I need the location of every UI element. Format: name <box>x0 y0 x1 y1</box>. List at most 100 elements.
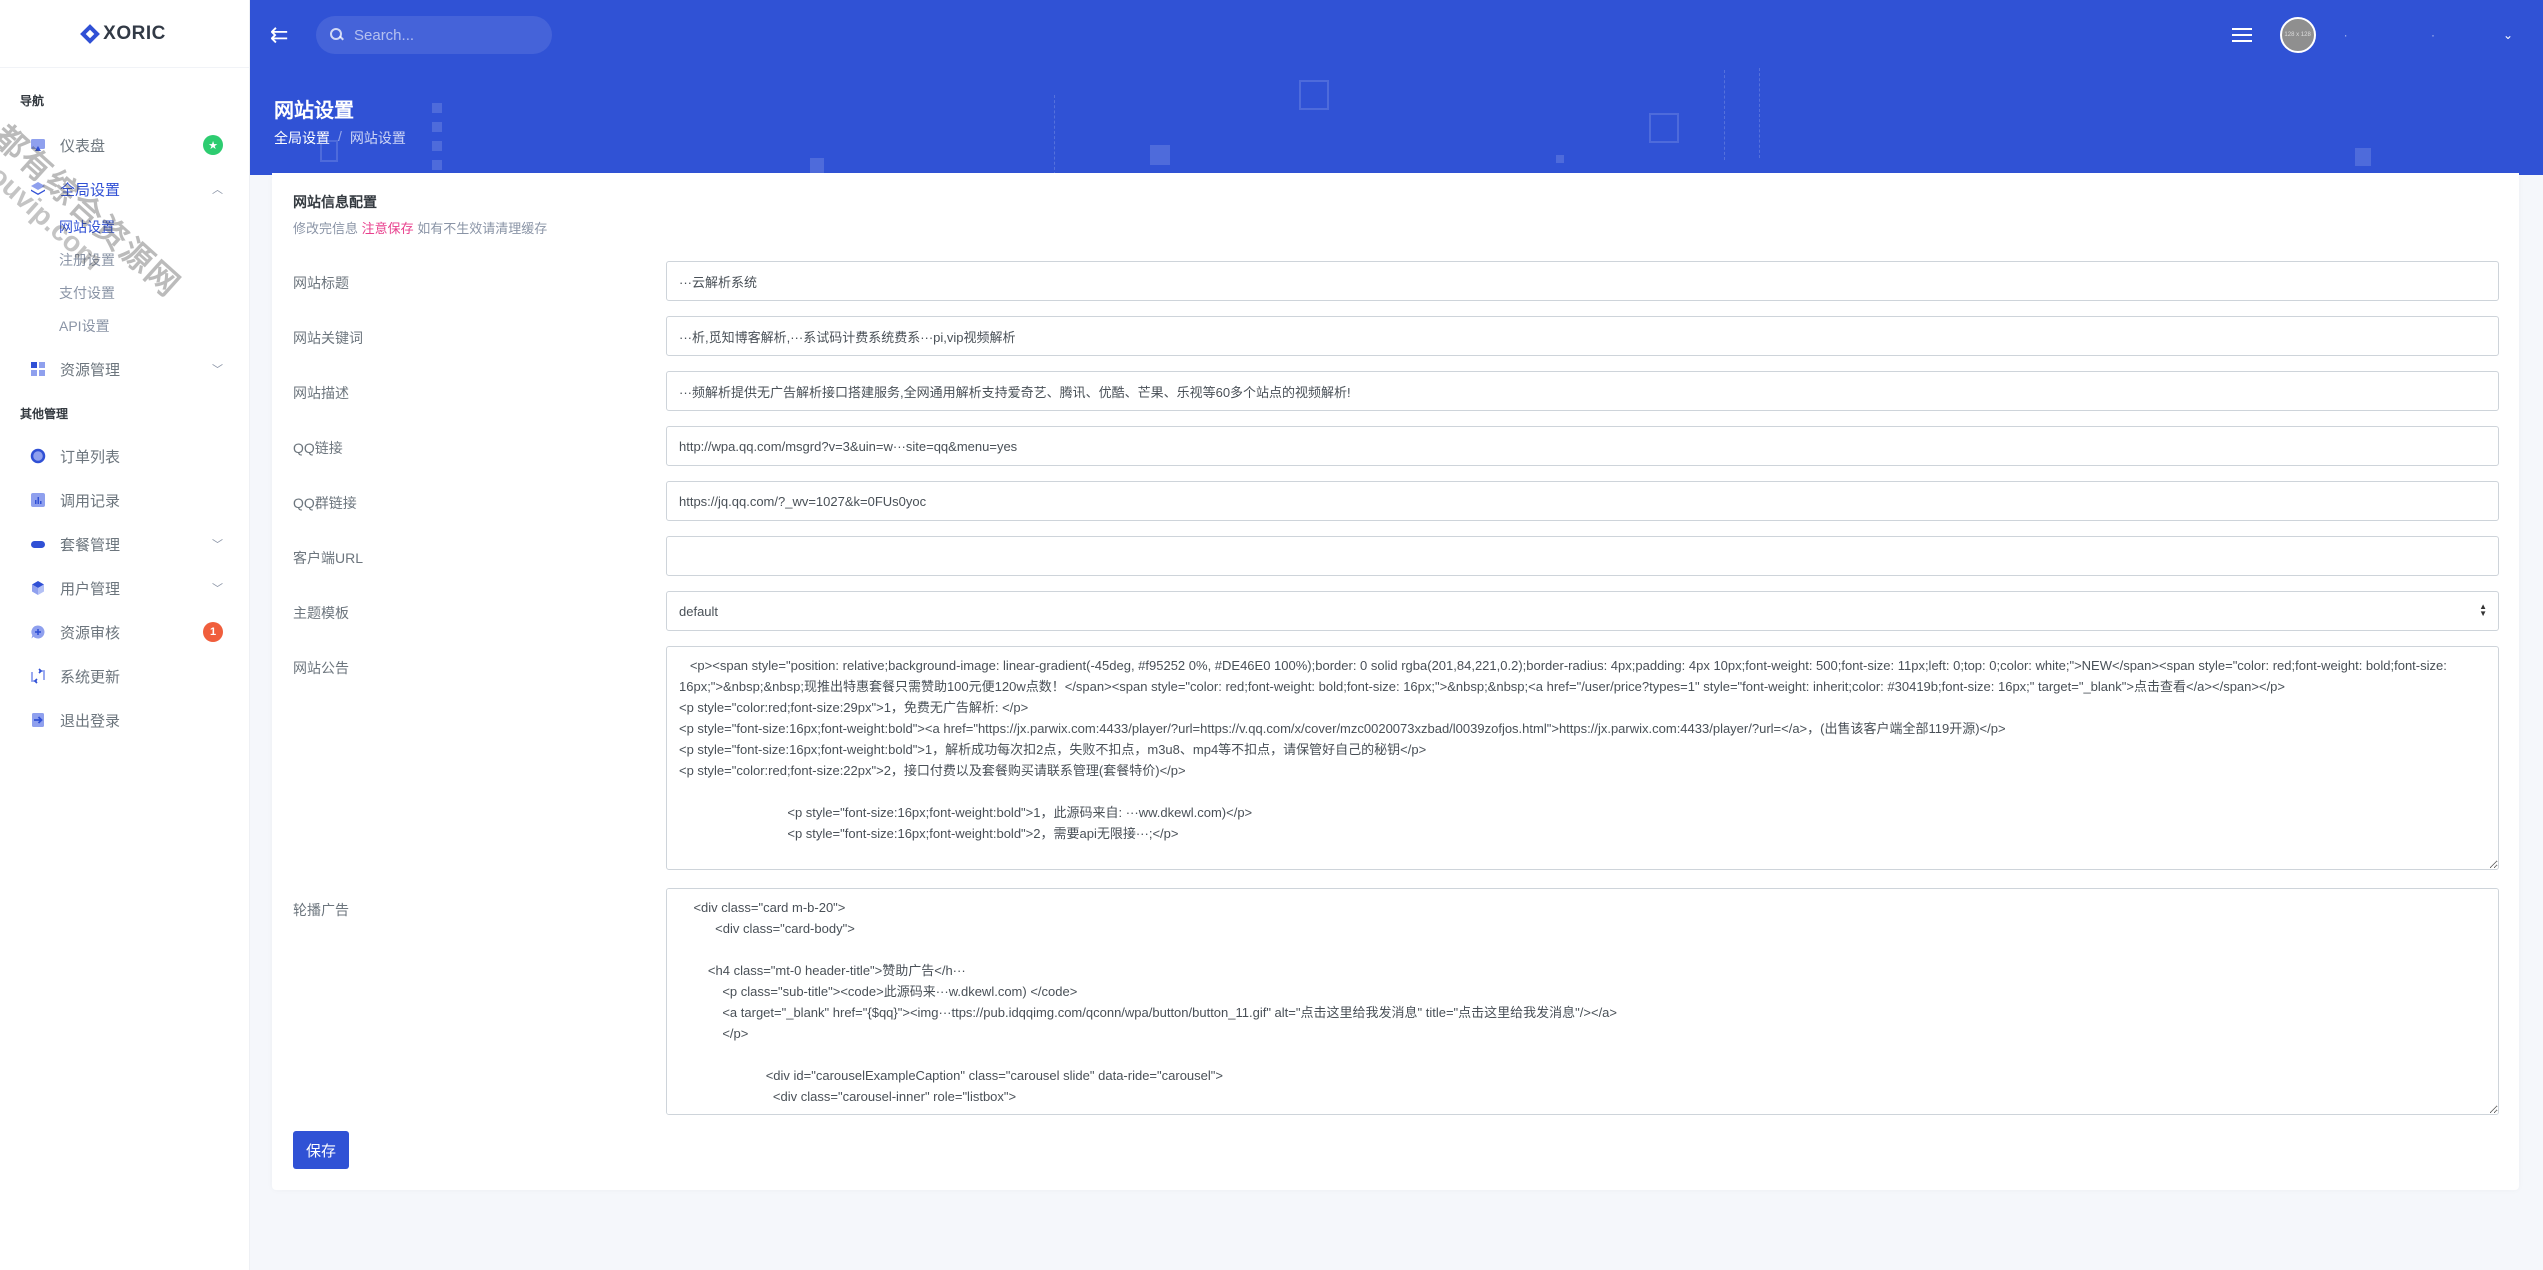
pill-icon <box>30 536 46 552</box>
logo-text: XORIC <box>103 22 166 44</box>
user-name[interactable]: · · <box>2344 28 2475 42</box>
theme-select-value[interactable]: default <box>666 591 2499 631</box>
sidebar-item-label: 调用记录 <box>60 492 121 510</box>
decor-square <box>1556 155 1564 163</box>
topbar-right: 128 x 128 · · ⌄ <box>2231 17 2523 53</box>
card-title: 网站信息配置 <box>293 194 377 210</box>
chevron-down-icon: ﹀ <box>212 364 223 376</box>
qq-group-link-input[interactable] <box>666 481 2499 521</box>
submenu-item-register-settings[interactable]: 注册设置 <box>59 244 249 277</box>
sidebar-item-system-update[interactable]: 系统更新 <box>0 654 249 698</box>
qq-link-input[interactable] <box>666 426 2499 466</box>
sidebar-item-orders[interactable]: 订单列表 <box>0 434 249 478</box>
sidebar-item-global-settings[interactable]: 全局设置 ︿ <box>0 167 249 211</box>
breadcrumb-item[interactable]: 全局设置 <box>274 128 330 148</box>
client-url-label: 客户端URL <box>293 550 364 566</box>
search-input[interactable] <box>354 26 524 44</box>
notice-textarea[interactable]: <p><span style="position: relative;backg… <box>666 646 2499 870</box>
sidebar-item-label: 资源管理 <box>60 361 121 379</box>
bar-chart-icon <box>30 492 46 508</box>
carousel-textarea[interactable]: <div class="card m-b-20"> <div class="ca… <box>666 888 2499 1115</box>
decor-square <box>2355 148 2371 166</box>
sidebar-item-label: 全局设置 <box>60 181 121 199</box>
sidebar-item-label: 套餐管理 <box>60 536 121 554</box>
sidebar-item-label: 退出登录 <box>60 712 121 730</box>
keywords-label: 网站关键词 <box>293 330 363 346</box>
sidebar-item-call-logs[interactable]: 调用记录 <box>0 478 249 522</box>
refresh-icon <box>30 668 46 684</box>
form-row-notice: 网站公告 <p><span style="position: relative;… <box>293 646 2499 870</box>
sidebar-item-label: 用户管理 <box>60 580 121 598</box>
menu-section-title-other: 其他管理 <box>20 407 69 421</box>
count-badge: 1 <box>203 622 223 642</box>
decor-square <box>1649 113 1679 143</box>
sidebar-item-resource-management[interactable]: 资源管理 ﹀ <box>0 347 249 391</box>
avatar[interactable]: 128 x 128 <box>2279 17 2316 53</box>
decor-line <box>1724 70 1725 160</box>
search-box[interactable] <box>316 16 552 54</box>
search-icon <box>330 28 344 42</box>
submenu-item-payment-settings[interactable]: 支付设置 <box>59 277 249 310</box>
menu-toggle-icon[interactable]: ⇇ <box>270 22 300 48</box>
star-badge: ★ <box>203 135 223 155</box>
sidebar-item-packages[interactable]: 套餐管理 ﹀ <box>0 522 249 566</box>
client-url-input[interactable] <box>666 536 2499 576</box>
submenu-global-settings: 网站设置 注册设置 支付设置 API设置 <box>0 211 249 343</box>
form-row-qq-link: QQ链接 <box>293 426 2499 466</box>
header: ⇇ 128 x 128 · · ⌄ 网站设置 全局设置 / 网站设置 <box>250 0 2543 175</box>
decor-line <box>1759 68 1760 158</box>
description-label: 网站描述 <box>293 385 349 401</box>
form-row-qq-group-link: QQ群链接 <box>293 481 2499 521</box>
breadcrumb: 全局设置 / 网站设置 <box>274 128 406 148</box>
settings-card: 网站信息配置 修改完信息 注意保存 如有不生效请清理缓存 网站标题 网站关键词 … <box>272 173 2519 1190</box>
logo-diamond-icon <box>80 23 101 44</box>
menu-section-title-nav: 导航 <box>20 94 45 108</box>
sidebar-item-users[interactable]: 用户管理 ﹀ <box>0 566 249 610</box>
grid-icon <box>30 361 46 377</box>
save-warning: 注意保存 <box>361 221 414 236</box>
theme-select[interactable]: default ▲ ▼ <box>666 591 2499 631</box>
theme-label: 主题模板 <box>293 605 349 621</box>
decor-square <box>1150 145 1170 165</box>
qq-group-link-label: QQ群链接 <box>293 495 357 511</box>
sidebar-item-resource-review[interactable]: 资源审核 1 <box>0 610 249 654</box>
carousel-label: 轮播广告 <box>293 902 349 918</box>
decor-line <box>1054 95 1055 175</box>
sidebar-item-label: 仪表盘 <box>60 137 106 155</box>
monitor-icon <box>30 137 46 153</box>
form-row-description: 网站描述 <box>293 371 2499 411</box>
chevron-up-icon: ︿ <box>212 184 223 196</box>
form-row-site-title: 网站标题 <box>293 261 2499 301</box>
qq-link-label: QQ链接 <box>293 440 343 456</box>
decor-square <box>432 122 442 132</box>
chevron-down-icon: ﹀ <box>212 583 223 595</box>
layers-icon <box>30 181 46 197</box>
select-arrows-icon: ▲ ▼ <box>2479 602 2487 618</box>
form-row-client-url: 客户端URL <box>293 536 2499 576</box>
submenu-item-api-settings[interactable]: API设置 <box>59 310 249 343</box>
form-row-theme: 主题模板 default ▲ ▼ <box>293 591 2499 631</box>
site-title-input[interactable] <box>666 261 2499 301</box>
keywords-input[interactable] <box>666 316 2499 356</box>
save-button[interactable]: 保存 <box>293 1131 349 1169</box>
logo[interactable]: XORIC <box>0 0 249 68</box>
chevron-down-icon[interactable]: ⌄ <box>2503 28 2513 42</box>
chat-plus-icon <box>30 624 46 640</box>
cube-icon <box>30 580 46 596</box>
decor-square <box>432 103 442 113</box>
settings-sliders-icon[interactable] <box>2231 26 2252 44</box>
breadcrumb-current: 网站设置 <box>349 130 406 146</box>
breadcrumb-separator: / <box>338 128 342 144</box>
sidebar-item-dashboard[interactable]: 仪表盘 ★ <box>0 123 249 167</box>
chevron-down-icon: ﹀ <box>212 539 223 551</box>
sidebar-item-label: 资源审核 <box>60 624 121 642</box>
form-row-carousel: 轮播广告 <div class="card m-b-20"> <div clas… <box>293 888 2499 1115</box>
submenu-item-site-settings[interactable]: 网站设置 <box>59 211 249 244</box>
sidebar-item-label: 系统更新 <box>60 668 121 686</box>
circle-icon <box>30 448 46 464</box>
sidebar-item-logout[interactable]: 退出登录 <box>0 698 249 742</box>
notice-label: 网站公告 <box>293 660 349 676</box>
card-subtitle: 修改完信息 注意保存 如有不生效请清理缓存 <box>293 221 548 236</box>
description-input[interactable] <box>666 371 2499 411</box>
form-row-keywords: 网站关键词 <box>293 316 2499 356</box>
